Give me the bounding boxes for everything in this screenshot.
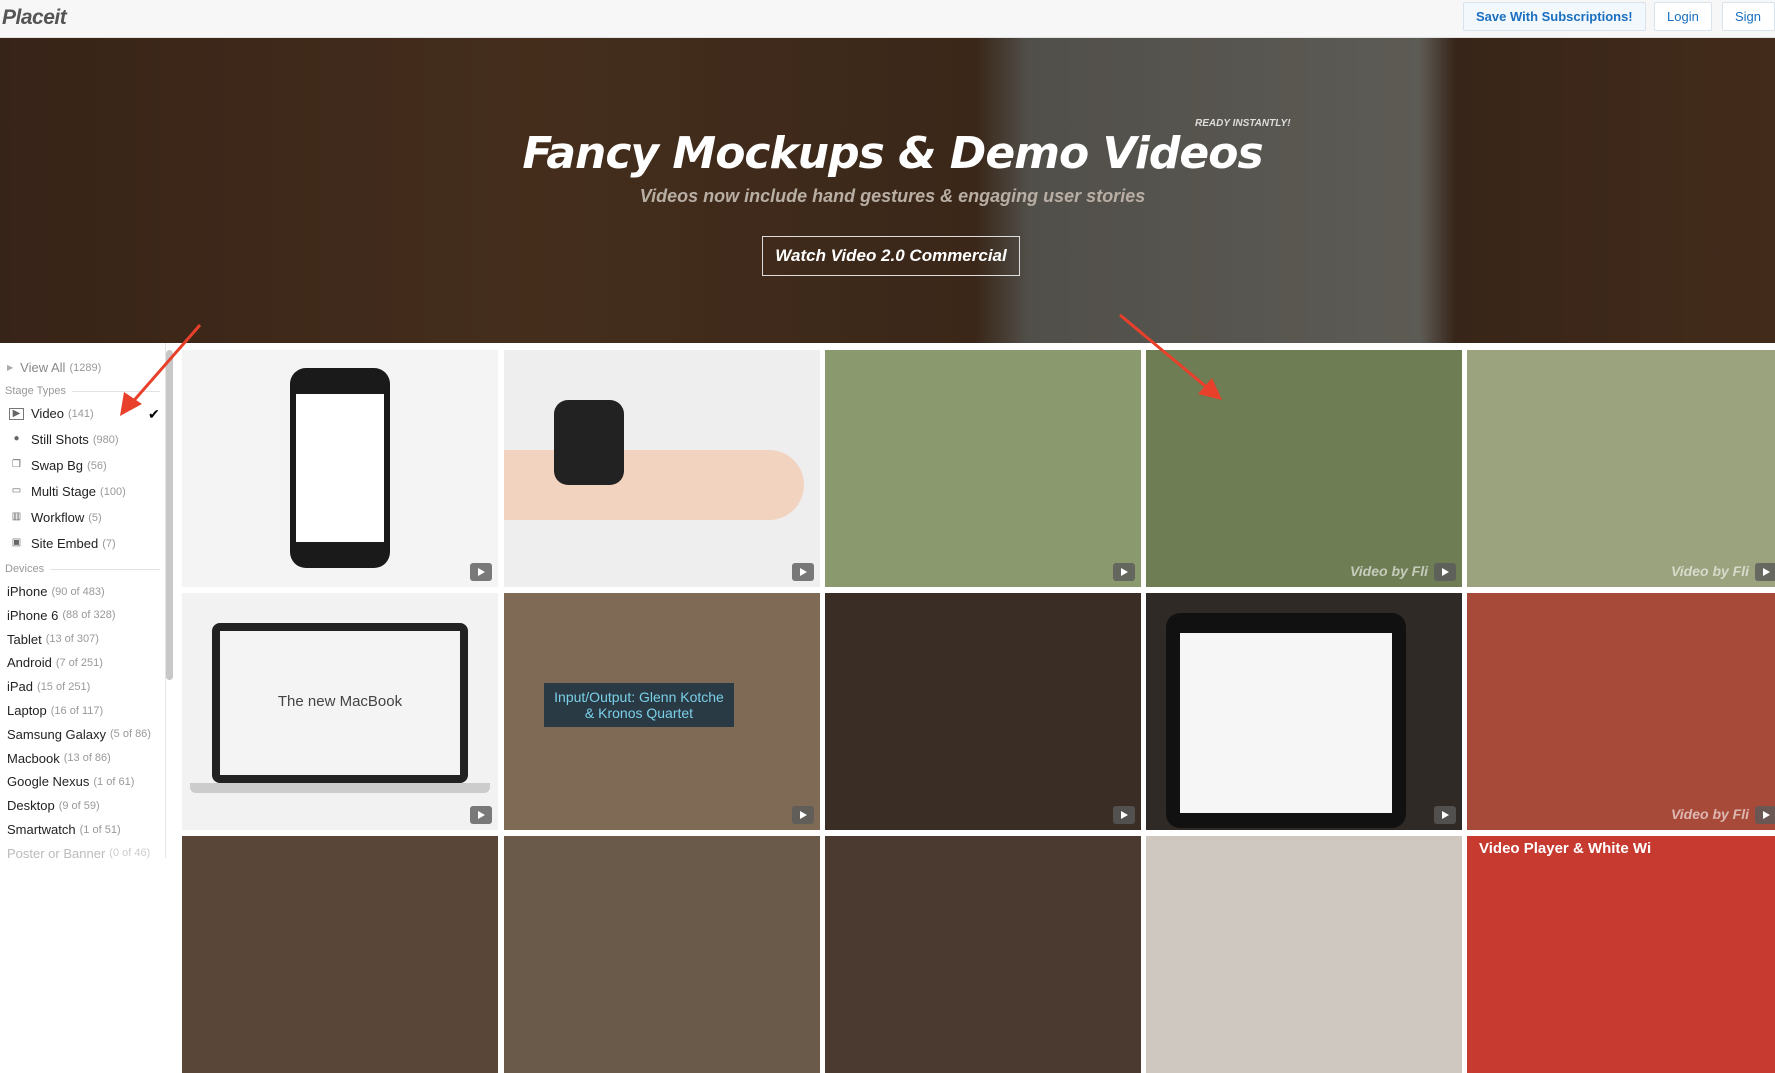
template-tile[interactable]: [825, 836, 1141, 1073]
annotation-arrows: [120, 313, 1222, 416]
template-tile[interactable]: [504, 836, 820, 1073]
arrow-annotation: [1119, 313, 1211, 392]
arrow-annotation: [128, 324, 202, 406]
template-tile[interactable]: [182, 836, 498, 1073]
template-tile[interactable]: [1146, 836, 1462, 1073]
template-tile[interactable]: Video Player & White Wi: [1467, 836, 1775, 1073]
